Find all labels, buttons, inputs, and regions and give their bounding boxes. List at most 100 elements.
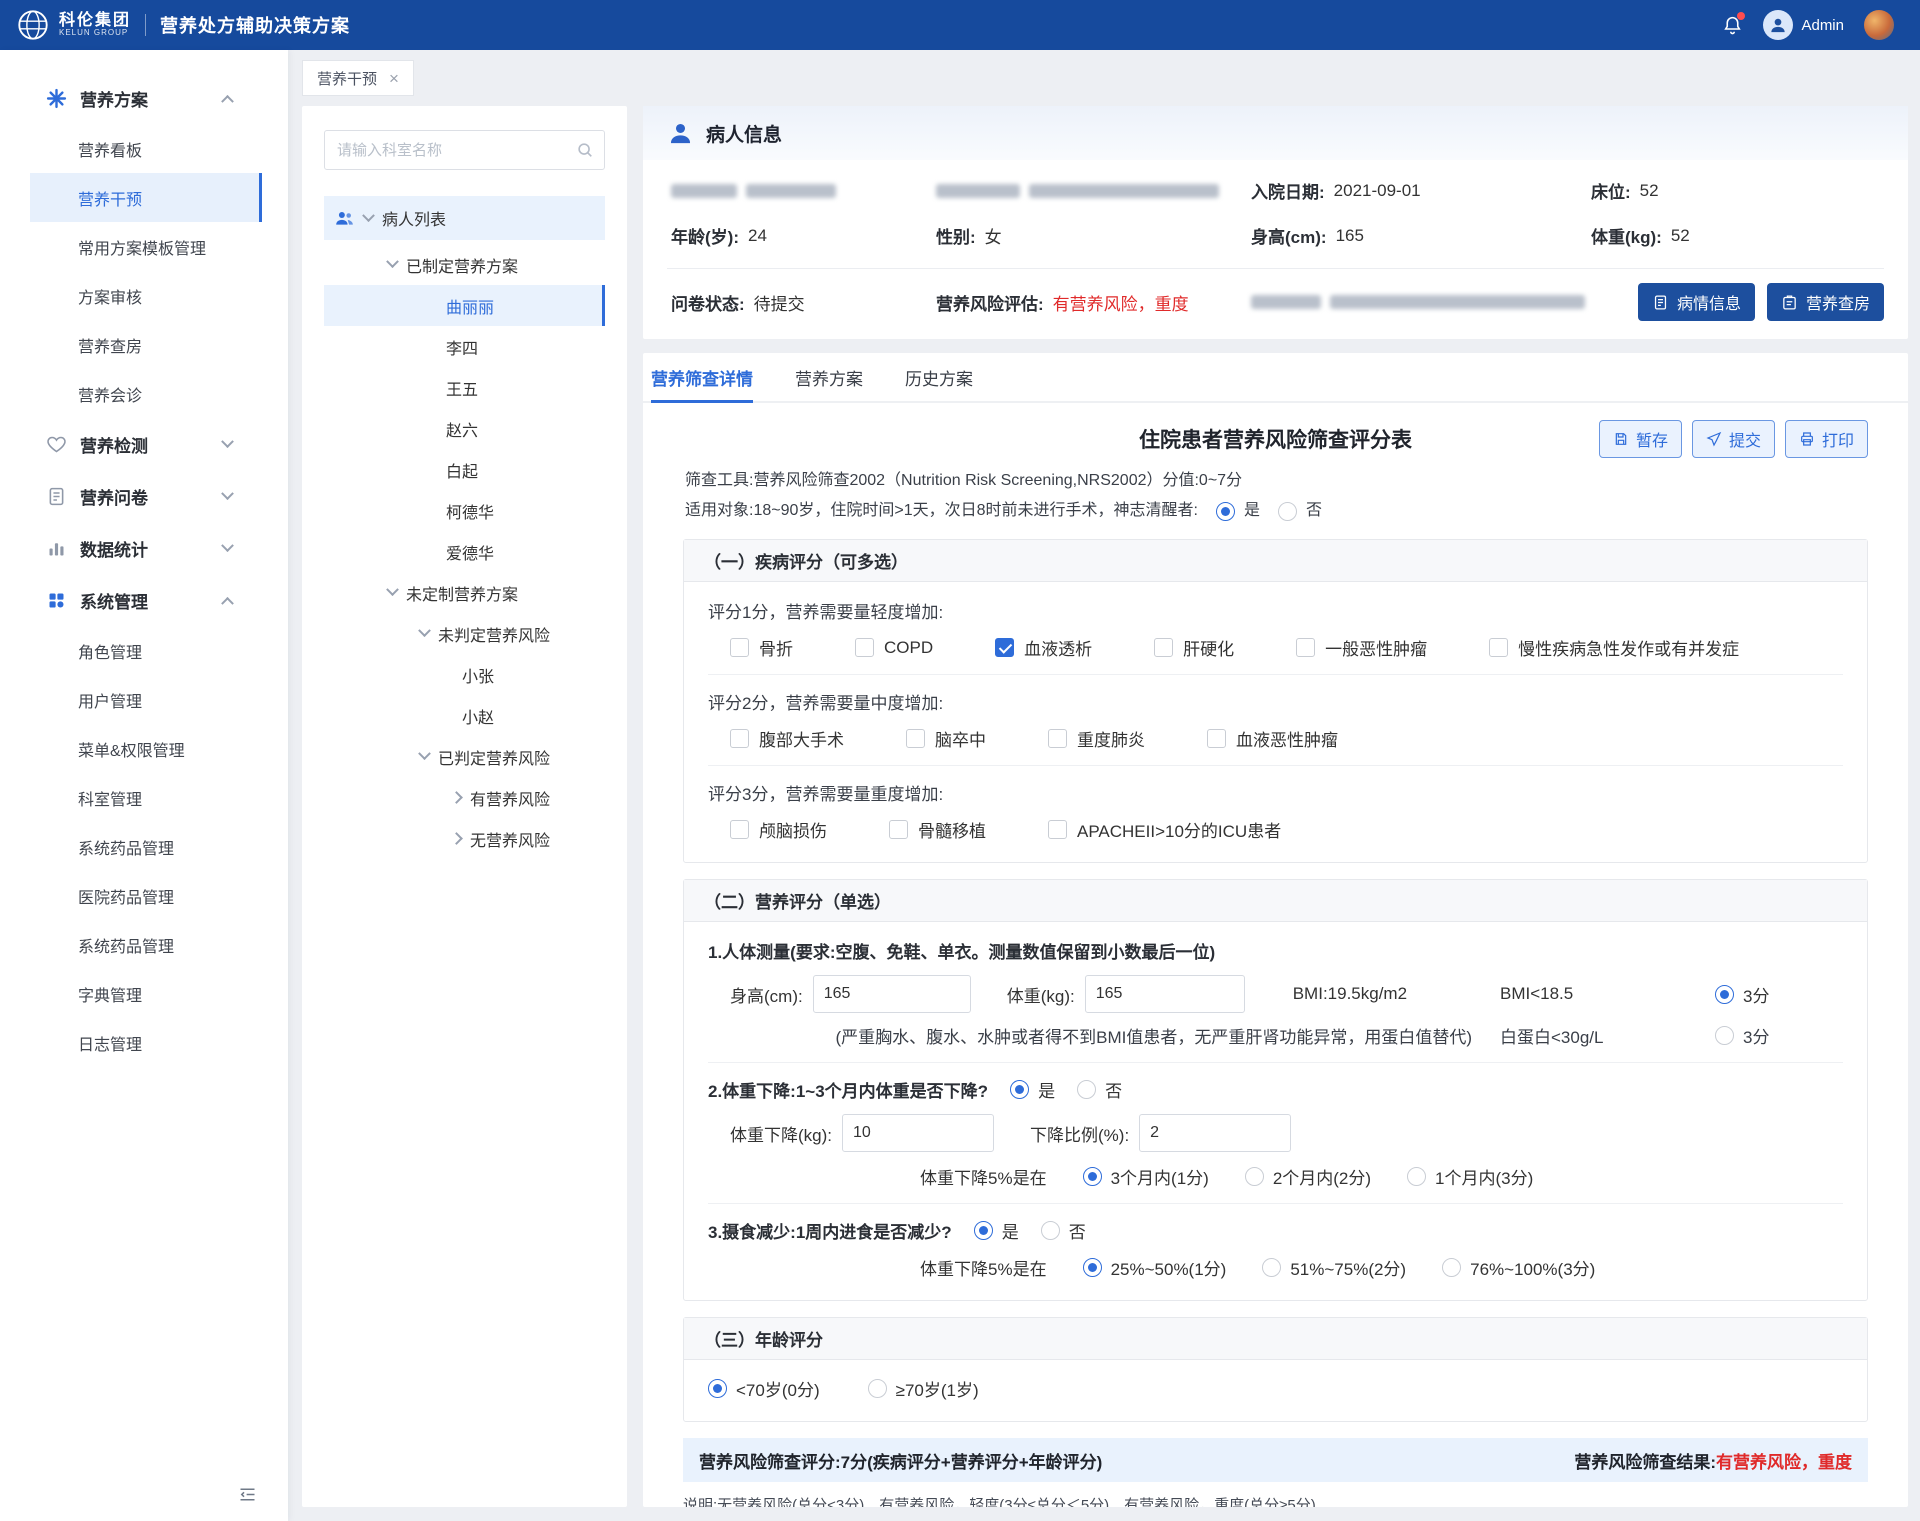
radio-25-50[interactable]: 25%~50%(1分): [1083, 1255, 1227, 1280]
tree-node-patient[interactable]: 柯德华: [324, 490, 605, 531]
radio-76-100[interactable]: 76%~100%(3分): [1442, 1255, 1595, 1280]
weight-loss-input[interactable]: [842, 1114, 994, 1152]
age-score-section: （三）年龄评分 <70岁(0分) ≥70岁(1岁): [683, 1317, 1868, 1422]
radio-albumin-3points[interactable]: 3分: [1715, 1023, 1843, 1048]
radio-within-1-month[interactable]: 1个月内(3分): [1407, 1164, 1533, 1189]
sidebar-item-plan-review[interactable]: 方案审核: [30, 271, 262, 320]
submit-button[interactable]: 提交: [1692, 420, 1775, 458]
checkbox-icon: [730, 729, 749, 748]
sidebar-item-template-management[interactable]: 常用方案模板管理: [30, 222, 262, 271]
close-icon[interactable]: ×: [389, 70, 399, 87]
department-search-input[interactable]: [324, 130, 605, 170]
checkbox-brain-injury[interactable]: 颅脑损伤: [730, 817, 827, 842]
field-weight: 体重(kg): 52: [1591, 223, 1884, 248]
checkbox-apache-icu[interactable]: APACHEII>10分的ICU患者: [1048, 817, 1281, 842]
tree-node-determined-risk-group[interactable]: 已判定营养风险: [324, 736, 605, 777]
q2-label: 2.体重下降:1~3个月内体重是否下降?: [708, 1077, 988, 1102]
tab-nutrition-intervention[interactable]: 营养干预 ×: [302, 60, 414, 96]
tree-node-patient[interactable]: 王五: [324, 367, 605, 408]
checkbox-hematologic-malignancy[interactable]: 血液恶性肿瘤: [1207, 726, 1338, 751]
checkbox-cirr hosis[interactable]: 肝硬化: [1154, 635, 1234, 660]
globe-logo-icon: [16, 8, 50, 42]
tree-node-patient[interactable]: 小赵: [324, 695, 605, 736]
checkbox-icon: [1048, 729, 1067, 748]
sidebar-item-role-management[interactable]: 角色管理: [30, 626, 262, 675]
tab-history-plan[interactable]: 历史方案: [905, 353, 973, 401]
radio-age-70-plus[interactable]: ≥70岁(1岁): [868, 1376, 979, 1401]
sidebar-group-nutrition-testing[interactable]: 营养检测: [0, 418, 288, 470]
checkbox-stroke[interactable]: 脑卒中: [906, 726, 986, 751]
radio-conscious-no[interactable]: 否: [1278, 499, 1322, 523]
checkbox-hemodialysis[interactable]: 血液透析: [995, 635, 1092, 660]
sidebar-item-dictionary-management[interactable]: 字典管理: [30, 969, 262, 1018]
printer-icon: [1799, 431, 1815, 447]
nutrition-rounds-button[interactable]: 营养查房: [1767, 283, 1884, 321]
sidebar-group-data-statistics[interactable]: 数据统计: [0, 522, 288, 574]
sidebar-item-nutrition-rounds[interactable]: 营养查房: [30, 320, 262, 369]
checkbox-chronic-acute[interactable]: 慢性疾病急性发作或有并发症: [1489, 635, 1739, 660]
loss-ratio-input[interactable]: [1139, 1114, 1291, 1152]
divider: [708, 674, 1843, 675]
radio-51-75[interactable]: 51%~75%(2分): [1262, 1255, 1406, 1280]
sidebar-item-hospital-drug-management[interactable]: 医院药品管理: [30, 871, 262, 920]
height-input[interactable]: [813, 975, 971, 1013]
sidebar-group-nutrition-questionnaire[interactable]: 营养问卷: [0, 470, 288, 522]
checkbox-fracture[interactable]: 骨折: [730, 635, 793, 660]
sidebar-item-system-drug-management-2[interactable]: 系统药品管理: [30, 920, 262, 969]
radio-weight-loss-no[interactable]: 否: [1077, 1077, 1122, 1102]
checkbox-general-malignancy[interactable]: 一般恶性肿瘤: [1296, 635, 1427, 660]
checkbox-icon: [1048, 820, 1067, 839]
radio-bmi-3points[interactable]: 3分: [1715, 982, 1843, 1007]
sidebar-item-log-management[interactable]: 日志管理: [30, 1018, 262, 1067]
tree-node-patient[interactable]: 小张: [324, 654, 605, 695]
search-icon[interactable]: [576, 141, 594, 159]
radio-within-2-months[interactable]: 2个月内(2分): [1245, 1164, 1371, 1189]
condition-info-button[interactable]: 病情信息: [1638, 283, 1755, 321]
checkbox-bone-marrow-transplant[interactable]: 骨髓移植: [889, 817, 986, 842]
tree-node-undetermined-risk-group[interactable]: 未判定营养风险: [324, 613, 605, 654]
sidebar-item-nutrition-board[interactable]: 营养看板: [30, 124, 262, 173]
sidebar-item-nutrition-intervention[interactable]: 营养干预: [30, 173, 262, 222]
radio-within-3-months[interactable]: 3个月内(1分): [1083, 1164, 1209, 1189]
heart-icon: [46, 434, 68, 455]
tab-nutrition-plan[interactable]: 营养方案: [795, 353, 863, 401]
radio-conscious-yes[interactable]: 是: [1216, 499, 1260, 523]
radio-intake-reduced-yes[interactable]: 是: [974, 1218, 1019, 1243]
sidebar-group-nutrition-plan[interactable]: 营养方案: [0, 72, 288, 124]
sidebar-item-department-management[interactable]: 科室管理: [30, 773, 262, 822]
collapse-sidebar-icon[interactable]: [237, 1484, 258, 1505]
save-draft-button[interactable]: 暂存: [1599, 420, 1682, 458]
tree-node-patient[interactable]: 赵六: [324, 408, 605, 449]
tree-node-no-risk-group[interactable]: 无营养风险: [324, 818, 605, 859]
checkbox-abdominal-surgery[interactable]: 腹部大手术: [730, 726, 844, 751]
print-button[interactable]: 打印: [1785, 420, 1868, 458]
user-menu[interactable]: Admin: [1763, 10, 1844, 40]
sidebar-group-system-management[interactable]: 系统管理: [0, 574, 288, 626]
radio-age-under-70[interactable]: <70岁(0分): [708, 1376, 820, 1401]
tree-node-patient[interactable]: 爱德华: [324, 531, 605, 572]
sidebar-item-system-drug-management[interactable]: 系统药品管理: [30, 822, 262, 871]
radio-intake-reduced-no[interactable]: 否: [1041, 1218, 1086, 1243]
weight-input[interactable]: [1085, 975, 1245, 1013]
profile-avatar[interactable]: [1864, 10, 1894, 40]
radio-weight-loss-yes[interactable]: 是: [1010, 1077, 1055, 1102]
sidebar-item-user-management[interactable]: 用户管理: [30, 675, 262, 724]
tree-node-patient-selected[interactable]: 曲丽丽: [324, 285, 605, 326]
tab-screening-detail[interactable]: 营养筛查详情: [651, 353, 753, 401]
checkbox-icon: [730, 638, 749, 657]
tree-node-patient-list[interactable]: 病人列表: [324, 196, 605, 240]
chevron-down-icon: [386, 255, 399, 268]
notification-bell-icon[interactable]: [1722, 15, 1743, 36]
tree-node-unplanned-group[interactable]: 未定制营养方案: [324, 572, 605, 613]
checkbox-copd[interactable]: COPD: [855, 638, 933, 658]
summary-bar: 营养风险筛查评分:7分(疾病评分+营养评分+年龄评分) 营养风险筛查结果:有营养…: [683, 1438, 1868, 1482]
sidebar-item-menu-permission-management[interactable]: 菜单&权限管理: [30, 724, 262, 773]
section-title: （二）营养评分（单选）: [684, 880, 1867, 922]
brand-subtitle: KELUN GROUP: [59, 29, 131, 38]
tree-node-planned-group[interactable]: 已制定营养方案: [324, 244, 605, 285]
sidebar-item-nutrition-consultation[interactable]: 营养会诊: [30, 369, 262, 418]
tree-node-patient[interactable]: 李四: [324, 326, 605, 367]
checkbox-severe-pneumonia[interactable]: 重度肺炎: [1048, 726, 1145, 751]
tree-node-has-risk-group[interactable]: 有营养风险: [324, 777, 605, 818]
tree-node-patient[interactable]: 白起: [324, 449, 605, 490]
